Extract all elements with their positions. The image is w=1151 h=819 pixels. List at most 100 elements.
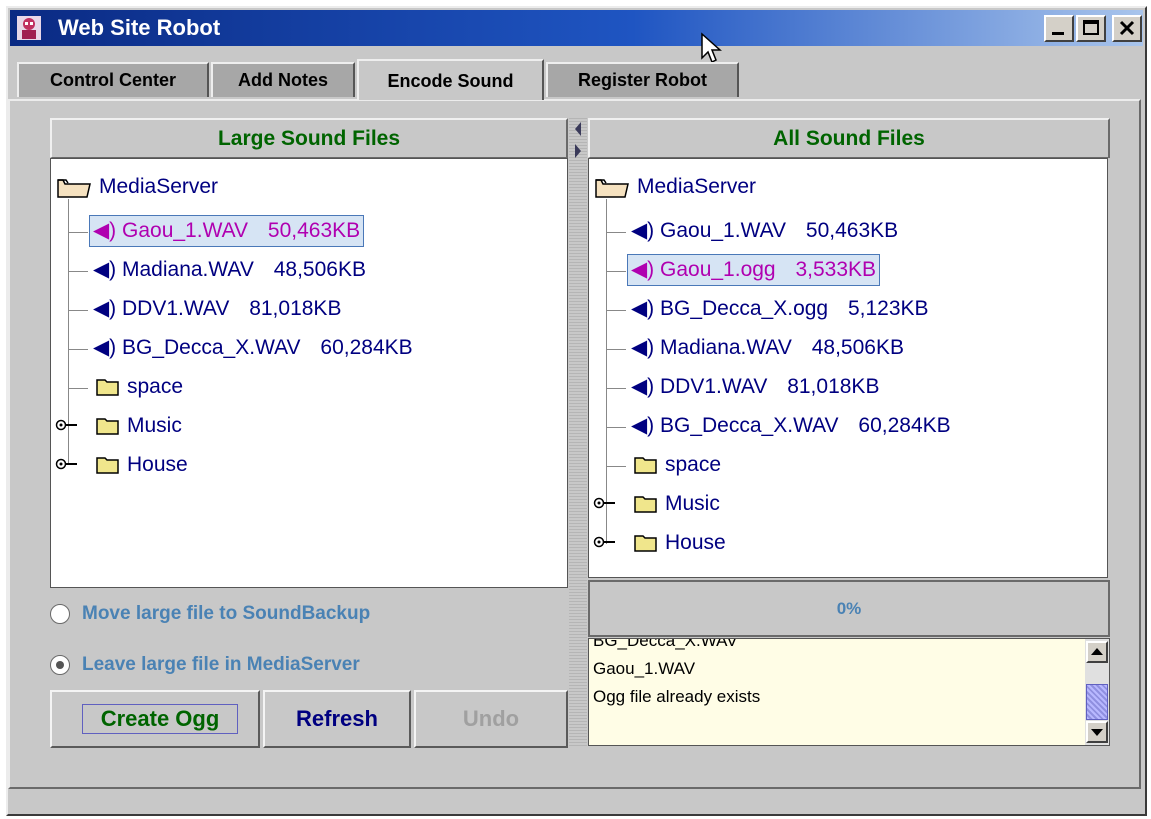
file-size: 3,533KB: [795, 258, 877, 281]
expand-handle-icon[interactable]: [593, 535, 617, 549]
all-sound-files-tree[interactable]: MediaServer ◀) Gaou_1.WAV 50,463KB ◀) Ga…: [588, 158, 1108, 578]
file-name: Madiana.WAV: [660, 336, 792, 359]
leave-in-mediaserver-radio[interactable]: Leave large file in MediaServer: [50, 650, 470, 680]
scroll-up-button[interactable]: [1086, 641, 1108, 663]
tree-node-folder-space[interactable]: space: [661, 449, 725, 481]
file-name: DDV1.WAV: [660, 375, 768, 398]
mouse-cursor-icon: [701, 32, 722, 64]
file-size: 50,463KB: [267, 219, 361, 242]
undo-button[interactable]: Undo: [414, 690, 568, 748]
minimize-icon: [1052, 32, 1064, 35]
encode-progress-bar: 0%: [588, 580, 1110, 637]
minimize-button[interactable]: [1044, 15, 1074, 42]
speaker-icon: ◀): [93, 219, 117, 242]
tree-node-file[interactable]: ◀) Madiana.WAV 48,506KB: [89, 254, 370, 286]
collapse-left-arrow-icon[interactable]: [573, 121, 583, 137]
close-icon: [1119, 20, 1135, 36]
folder-icon: [96, 418, 119, 435]
file-name: BG_Decca_X.WAV: [660, 414, 839, 437]
file-size: 50,463KB: [805, 219, 899, 242]
close-button[interactable]: [1112, 15, 1142, 42]
maximize-icon: [1083, 20, 1099, 35]
tree-node-file[interactable]: ◀) DDV1.WAV 81,018KB: [89, 293, 345, 325]
large-sound-files-tree[interactable]: MediaServer ◀) Gaou_1.WAV 50,463KB ◀) Ma…: [50, 158, 568, 588]
tree-node-file[interactable]: ◀) Gaou_1.WAV 50,463KB: [627, 215, 902, 247]
speaker-icon: ◀): [631, 297, 655, 320]
folder-icon: [634, 457, 657, 474]
file-name: BG_Decca_X.WAV: [122, 336, 301, 359]
file-size: 81,018KB: [249, 297, 342, 320]
create-ogg-button[interactable]: Create Ogg: [50, 690, 260, 748]
file-name: DDV1.WAV: [122, 297, 230, 320]
open-folder-icon: [57, 179, 91, 198]
file-size: 48,506KB: [273, 258, 366, 281]
refresh-button[interactable]: Refresh: [263, 690, 411, 748]
robot-app-icon: [17, 16, 41, 40]
tree-node-file[interactable]: ◀) BG_Decca_X.ogg 5,123KB: [627, 293, 933, 325]
radio-label: Move large file to SoundBackup: [82, 603, 371, 624]
folder-icon: [634, 535, 657, 552]
collapse-right-arrow-icon[interactable]: [573, 143, 583, 159]
create-ogg-label: Create Ogg: [82, 704, 238, 734]
folder-icon: [96, 457, 119, 474]
folder-icon: [634, 496, 657, 513]
tab-control-center[interactable]: Control Center: [17, 62, 209, 97]
tree-node-file-selected[interactable]: ◀) Gaou_1.ogg 3,533KB: [627, 254, 881, 286]
radio-circle-checked[interactable]: [50, 655, 70, 675]
log-line: Gaou_1.WAV: [593, 659, 696, 678]
file-name: Gaou_1.WAV: [660, 219, 787, 242]
title-bar[interactable]: Web Site Robot: [10, 10, 1143, 46]
window-title: Web Site Robot: [58, 15, 221, 40]
tree-node-folder-house[interactable]: House: [661, 527, 730, 559]
log-line: Ogg file already exists: [593, 687, 761, 706]
file-size: 60,284KB: [320, 336, 413, 359]
vertical-scrollbar[interactable]: [1085, 639, 1109, 745]
tree-node-folder-house[interactable]: House: [123, 449, 192, 481]
arrow-up-icon: [1091, 648, 1103, 655]
tree-node-folder-space[interactable]: space: [123, 371, 187, 403]
file-size: 60,284KB: [858, 414, 951, 437]
expand-handle-icon[interactable]: [593, 496, 617, 510]
speaker-icon: ◀): [631, 336, 655, 359]
status-log-textarea[interactable]: BG_Decca_X.WAV Gaou_1.WAV Ogg file alrea…: [588, 638, 1110, 746]
tree-node-file-selected[interactable]: ◀) Gaou_1.WAV 50,463KB: [89, 215, 365, 247]
file-name: BG_Decca_X.ogg: [660, 297, 829, 320]
split-pane-divider[interactable]: [569, 118, 587, 748]
tab-register-robot[interactable]: Register Robot: [546, 62, 739, 97]
radio-circle[interactable]: [50, 604, 70, 624]
tree-node-folder-music[interactable]: Music: [123, 410, 186, 442]
all-sound-files-header: All Sound Files: [588, 118, 1110, 158]
tree-node-file[interactable]: ◀) Madiana.WAV 48,506KB: [627, 332, 908, 364]
log-line: BG_Decca_X.WAV: [593, 638, 738, 650]
speaker-icon: ◀): [631, 219, 655, 242]
tree-node-file[interactable]: ◀) BG_Decca_X.WAV 60,284KB: [89, 332, 417, 364]
speaker-icon: ◀): [631, 375, 655, 398]
file-name: Madiana.WAV: [122, 258, 254, 281]
expand-handle-icon[interactable]: [55, 418, 79, 432]
tab-encode-sound[interactable]: Encode Sound: [357, 59, 544, 100]
file-name: Gaou_1.ogg: [660, 258, 776, 281]
tree-node-folder-music[interactable]: Music: [661, 488, 724, 520]
speaker-icon: ◀): [93, 336, 117, 359]
maximize-button[interactable]: [1076, 15, 1106, 42]
tree-node-file[interactable]: ◀) BG_Decca_X.WAV 60,284KB: [627, 410, 955, 442]
expand-handle-icon[interactable]: [55, 457, 79, 471]
tree-node-mediaserver[interactable]: MediaServer: [95, 171, 222, 203]
tree-node-file[interactable]: ◀) DDV1.WAV 81,018KB: [627, 371, 883, 403]
scroll-thumb[interactable]: [1086, 684, 1108, 720]
large-sound-files-header: Large Sound Files: [50, 118, 568, 158]
file-size: 5,123KB: [847, 297, 929, 320]
radio-label: Leave large file in MediaServer: [82, 654, 360, 675]
file-size: 81,018KB: [787, 375, 880, 398]
open-folder-icon: [595, 179, 629, 198]
speaker-icon: ◀): [93, 258, 117, 281]
tab-add-notes[interactable]: Add Notes: [211, 62, 355, 97]
move-to-soundbackup-radio[interactable]: Move large file to SoundBackup: [50, 599, 470, 629]
speaker-icon: ◀): [631, 414, 655, 437]
arrow-down-icon: [1091, 729, 1103, 736]
file-name: Gaou_1.WAV: [122, 219, 249, 242]
scroll-down-button[interactable]: [1086, 721, 1108, 743]
folder-icon: [96, 379, 119, 396]
tree-node-mediaserver[interactable]: MediaServer: [633, 171, 760, 203]
speaker-icon: ◀): [631, 258, 655, 281]
